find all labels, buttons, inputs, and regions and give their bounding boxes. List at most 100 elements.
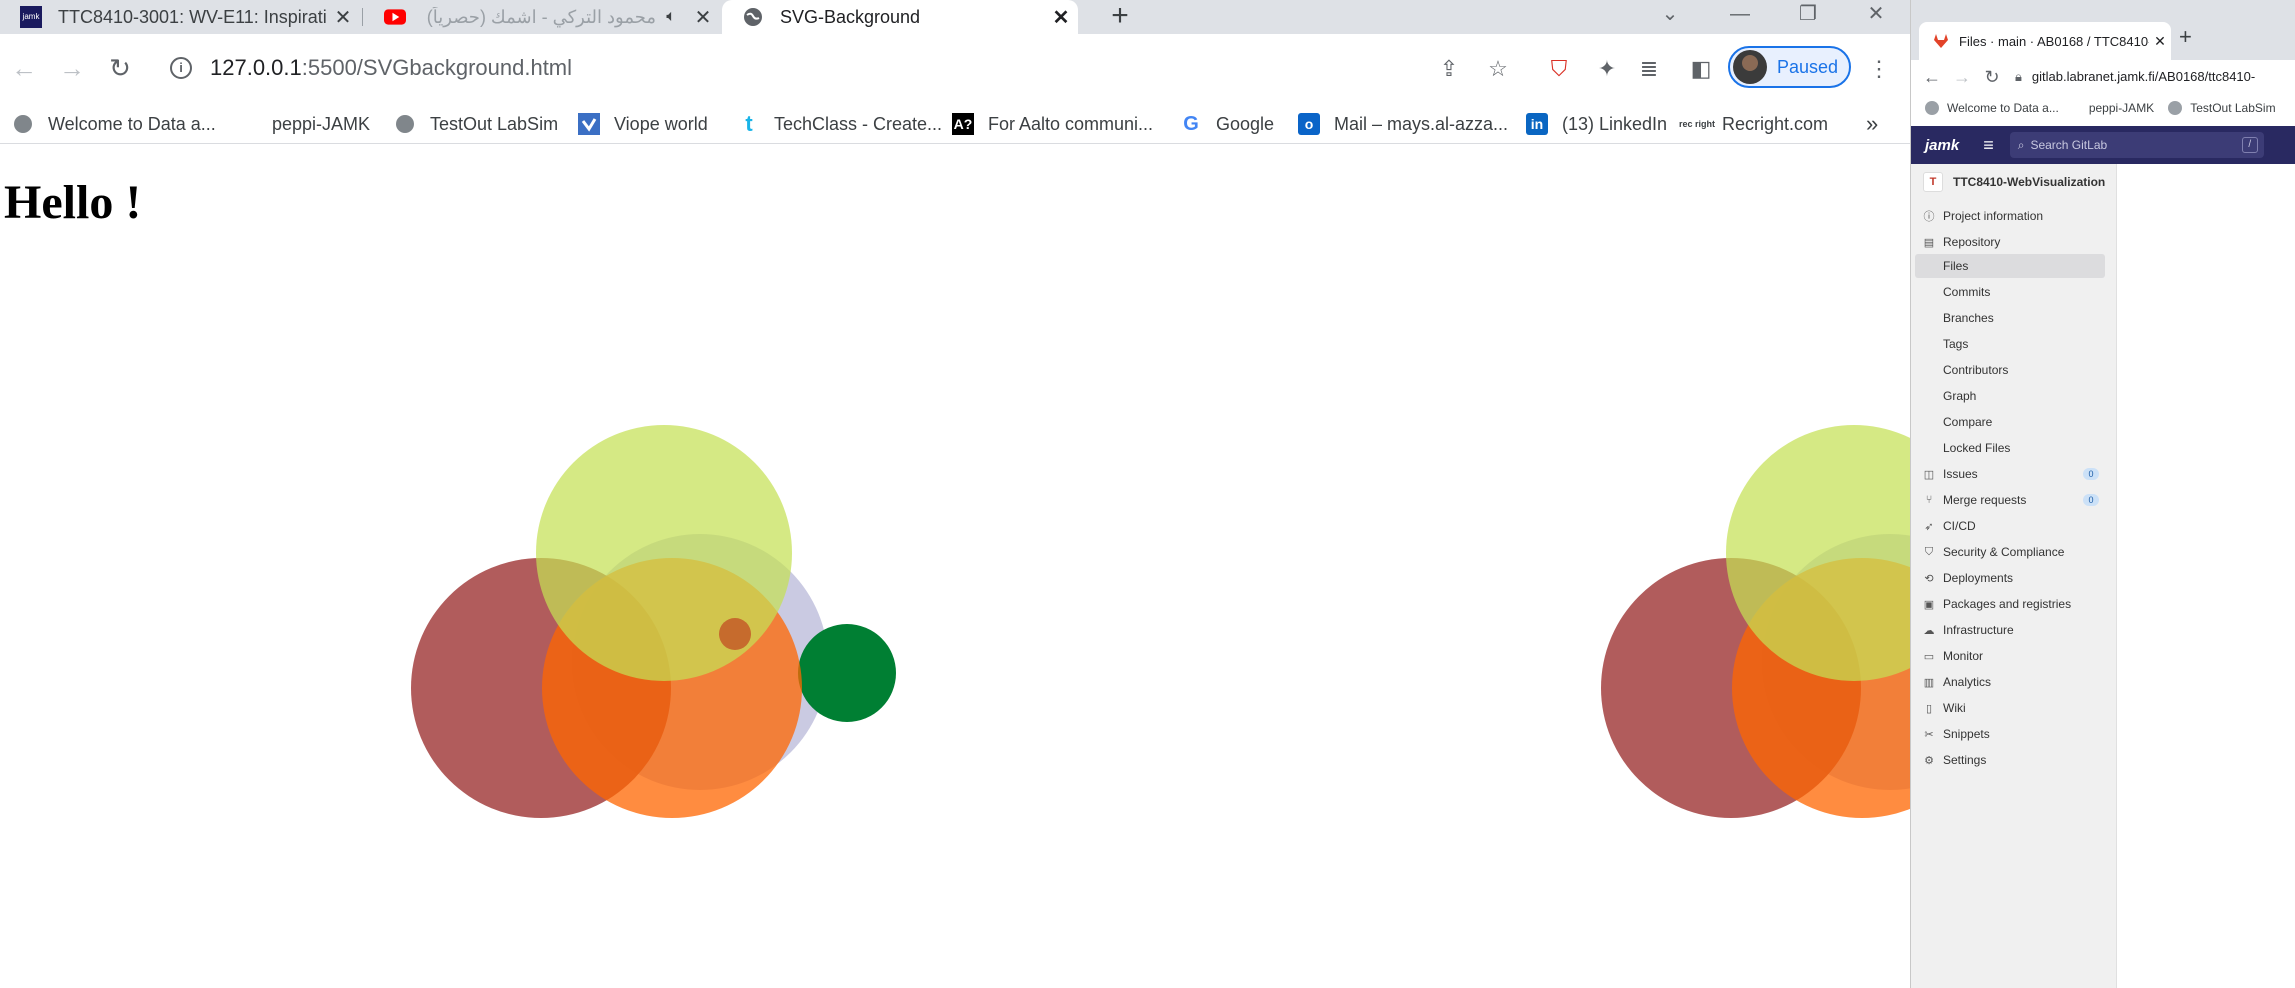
right-address-bar[interactable]: 🔒︎ gitlab.labranet.jamk.fi/AB0168/ttc8410… <box>2015 69 2255 85</box>
bookmark-star-icon[interactable]: ☆ <box>1481 52 1515 86</box>
nav-files[interactable]: Files <box>1915 254 2105 278</box>
nav-packages-registries[interactable]: ▣ Packages and registries <box>1915 592 2105 616</box>
globe-icon <box>742 6 764 28</box>
nav-contributors[interactable]: Contributors <box>1915 358 2105 382</box>
profile-status: Paused <box>1777 56 1839 77</box>
merge-requests-count-badge: 0 <box>2083 494 2099 506</box>
speaker-icon[interactable]: 🔈︎ <box>656 8 686 26</box>
nav-deployments[interactable]: ⟲ Deployments <box>1915 566 2105 590</box>
media-queue-icon[interactable]: ≣ <box>1632 52 1666 86</box>
lock-icon: 🔒︎ <box>2015 69 2022 84</box>
bookmark-testout[interactable]: TestOut LabSim <box>394 104 558 144</box>
back-button[interactable]: ← <box>4 50 44 86</box>
menu-kebab-icon[interactable]: ⋮ <box>1862 52 1896 86</box>
recright-icon: rec right <box>1679 118 1716 129</box>
nav-graph[interactable]: Graph <box>1915 384 2105 408</box>
tab-strip: jamk TTC8410-3001: WV-E11: Inspiratio ✕ … <box>0 0 1910 34</box>
right-bookmarks-bar: Welcome to Data a... peppi-JAMK TestOut … <box>1911 94 2295 122</box>
side-panel-icon[interactable]: ◧ <box>1684 52 1718 86</box>
tab-svg-background[interactable]: SVG-Background ✕ <box>722 0 1078 34</box>
rocket-icon: ➶ <box>1924 520 1934 533</box>
bookmark-welcome[interactable]: Welcome to Data a... <box>1925 101 2059 115</box>
document-icon: ▤ <box>1923 236 1935 249</box>
bookmark-mail[interactable]: o Mail – mays.al-azza... <box>1298 104 1508 144</box>
tab-youtube[interactable]: محمود التركي - اشمك (حصرياً) 🔈︎ ✕ <box>364 0 720 34</box>
info-icon: ⓘ <box>1923 211 1935 223</box>
nav-snippets[interactable]: ✂ Snippets <box>1915 722 2105 746</box>
nav-branches[interactable]: Branches <box>1915 306 2105 330</box>
extension-shield-icon[interactable]: ⛉ <box>1542 52 1576 86</box>
bookmark-peppi[interactable]: peppi-JAMK <box>2089 101 2154 115</box>
bookmark-testout[interactable]: TestOut LabSim <box>2168 101 2276 115</box>
info-icon[interactable]: i <box>170 57 192 79</box>
reload-button[interactable]: ↻ <box>1977 67 2007 88</box>
tab-gitlab-files[interactable]: Files · main · AB0168 / TTC8410-W ✕ <box>1919 22 2171 60</box>
circles-svg <box>411 425 1910 818</box>
close-tab-icon[interactable]: ✕ <box>1044 5 1078 30</box>
bookmarks-bar: Welcome to Data a... peppi-JAMK TestOut … <box>0 104 1910 144</box>
nav-tags[interactable]: Tags <box>1915 332 2105 356</box>
back-button[interactable]: ← <box>1917 67 1947 88</box>
project-header[interactable]: T TTC8410-WebVisualization <box>1911 164 2117 200</box>
bookmark-welcome[interactable]: Welcome to Data a... <box>12 104 216 144</box>
nav-locked-files[interactable]: Locked Files <box>1915 436 2105 460</box>
address-path: :5500/SVGbackground.html <box>301 55 573 80</box>
nav-wiki[interactable]: ▯ Wiki <box>1915 696 2105 720</box>
nav-settings[interactable]: ⚙ Settings <box>1915 748 2105 772</box>
bookmark-techclass[interactable]: t TechClass - Create... <box>738 104 942 144</box>
nav-repository[interactable]: ▤ Repository <box>1915 230 2105 254</box>
tab-ttc8410[interactable]: jamk TTC8410-3001: WV-E11: Inspiratio ✕ <box>0 0 360 34</box>
nav-merge-requests[interactable]: ⑂ Merge requests 0 <box>1915 488 2105 512</box>
circle-group-right <box>1601 425 1910 818</box>
jamk-logo[interactable]: jamk <box>1925 137 1959 154</box>
right-tab-strip: Files · main · AB0168 / TTC8410-W ✕ + <box>1911 0 2295 60</box>
nav-issues[interactable]: ◫ Issues 0 <box>1915 462 2105 486</box>
close-tab-icon[interactable]: ✕ <box>686 5 720 30</box>
nav-security-compliance[interactable]: ⛉ Security & Compliance <box>1915 540 2105 564</box>
bookmark-viope[interactable]: Viope world <box>578 104 708 144</box>
book-icon: ▯ <box>1925 702 1933 715</box>
tab-search-icon[interactable]: ⌄ <box>1640 0 1700 34</box>
package-icon: ▣ <box>1923 598 1935 611</box>
nav-project-information[interactable]: ⓘ Project information <box>1915 204 2105 228</box>
scissors-icon: ✂ <box>1924 728 1934 741</box>
gitlab-sidebar: T TTC8410-WebVisualization ⓘ Project info… <box>1911 164 2117 988</box>
nav-monitor[interactable]: ▭ Monitor <box>1915 644 2105 668</box>
profile-button[interactable]: Paused <box>1728 46 1851 88</box>
new-tab-button[interactable]: + <box>2179 24 2192 50</box>
close-tab-icon[interactable]: ✕ <box>2149 33 2171 50</box>
gitlab-search-input[interactable]: ⌕ Search GitLab / <box>2009 132 2264 158</box>
extensions-puzzle-icon[interactable]: ✦ <box>1590 52 1624 86</box>
cloud-icon: ☁ <box>1923 624 1935 637</box>
green-circle <box>798 624 896 722</box>
address-host: 127.0.0.1 <box>210 55 302 80</box>
minimize-button[interactable]: — <box>1710 0 1770 34</box>
gitlab-icon <box>1933 33 1949 49</box>
close-tab-icon[interactable]: ✕ <box>326 5 360 30</box>
avatar <box>1733 50 1767 84</box>
reload-button[interactable]: ↻ <box>100 50 140 86</box>
forward-button[interactable]: → <box>1947 67 1977 88</box>
search-shortcut-badge: / <box>2241 137 2258 153</box>
hamburger-menu-icon[interactable]: ≡ <box>1983 135 1994 156</box>
bookmark-google[interactable]: G Google <box>1180 104 1274 144</box>
bookmark-recright[interactable]: rec right Recright.com <box>1679 104 1828 144</box>
nav-commits[interactable]: Commits <box>1915 280 2105 304</box>
nav-compare[interactable]: Compare <box>1915 410 2105 434</box>
nav-ci-cd[interactable]: ➶ CI/CD <box>1915 514 2105 538</box>
restore-button[interactable]: ❐ <box>1778 0 1838 34</box>
nav-infrastructure[interactable]: ☁ Infrastructure <box>1915 618 2105 642</box>
bookmark-linkedin[interactable]: in (13) LinkedIn <box>1526 104 1667 144</box>
gear-icon: ⚙ <box>1924 754 1934 767</box>
bookmark-peppi[interactable]: peppi-JAMK <box>272 104 370 144</box>
new-tab-button[interactable]: + <box>1100 0 1140 34</box>
share-icon[interactable]: ⇪ <box>1432 52 1466 86</box>
deploy-icon: ⟲ <box>1924 572 1934 585</box>
address-bar[interactable]: i 127.0.0.1:5500/SVGbackground.html <box>152 48 1402 88</box>
bookmark-aalto[interactable]: A? For Aalto communi... <box>952 104 1153 144</box>
close-window-button[interactable]: ✕ <box>1846 0 1906 34</box>
globe-icon <box>12 113 34 135</box>
bookmarks-overflow-button[interactable]: » <box>1866 104 1878 144</box>
nav-analytics[interactable]: ▥ Analytics <box>1915 670 2105 694</box>
forward-button[interactable]: → <box>52 50 92 86</box>
